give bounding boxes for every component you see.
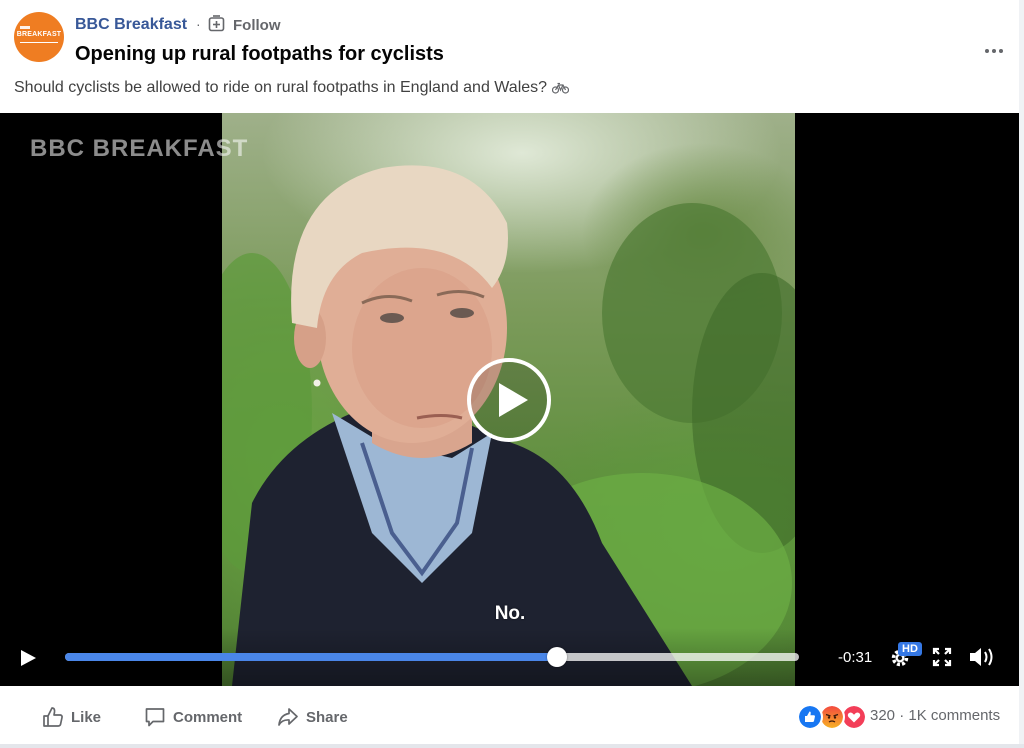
separator-dot: · [196,16,201,32]
video-caption: No. [494,603,526,624]
video-progress-bar[interactable] [65,647,799,667]
logo-mark [20,26,30,29]
summary-separator: · [899,707,905,724]
engagement-summary: 320 · 1K comments [870,707,1000,724]
share-button[interactable]: Share [277,705,348,729]
comment-button[interactable]: Comment [144,705,242,729]
time-remaining: -0:31 [838,649,873,666]
follow-button[interactable]: Follow [233,17,281,34]
play-icon[interactable] [18,648,38,668]
fullscreen-icon[interactable] [932,647,952,667]
description-text: Should cyclists be allowed to ride on ru… [14,79,548,96]
comments-count-link[interactable]: 1K comments [908,707,1000,724]
like-label: Like [71,708,102,726]
post-title: Opening up rural footpaths for cyclists [75,43,444,65]
video-watermark: BBC BREAKFAST [30,135,249,162]
post-header: BREAKFAST BBC Breakfast · Follow Opening… [0,0,1024,72]
bicycle-icon [552,82,570,94]
logo-line [20,42,58,43]
page-avatar[interactable]: BREAKFAST [14,12,64,62]
comment-label: Comment [173,708,243,726]
like-reaction-icon [797,704,823,730]
progress-fill [65,653,557,661]
like-button[interactable]: Like [42,705,101,729]
more-options-icon[interactable] [984,46,1004,56]
page-name-link[interactable]: BBC Breakfast [75,16,187,34]
post-description: Should cyclists be allowed to ride on ru… [14,79,570,97]
reaction-count[interactable]: 320 [870,707,895,724]
follow-icon[interactable] [208,15,225,32]
avatar-logo-text: BREAKFAST [16,31,62,38]
share-label: Share [306,708,348,726]
play-overlay-icon[interactable] [466,357,552,443]
progress-scrubber[interactable] [546,647,567,667]
comment-icon [145,708,165,727]
reaction-icons[interactable] [797,704,867,730]
feed-background-edge [1019,0,1024,748]
post-bottom-border [0,744,1024,748]
volume-icon[interactable] [968,645,996,669]
thumbs-up-icon [43,707,63,727]
hd-badge: HD [898,642,922,656]
share-icon [278,708,298,726]
